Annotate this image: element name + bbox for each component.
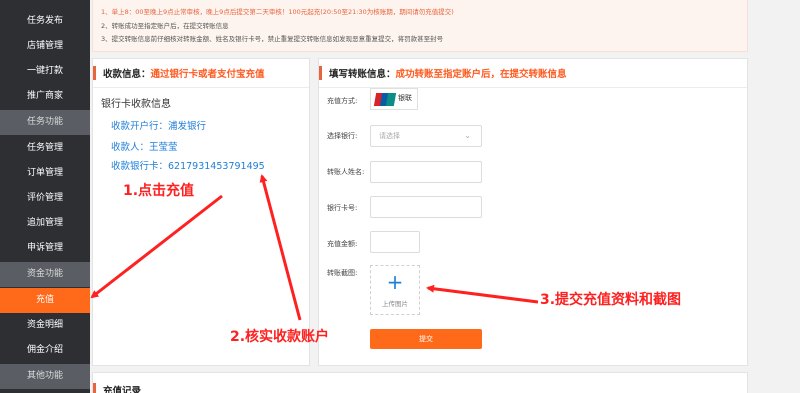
arrow-to-upload: [426, 284, 539, 304]
annotation-arrows: [90, 174, 539, 321]
arrow-to-recharge: [90, 194, 223, 299]
arrow-to-bank-info: [259, 174, 302, 321]
recharge-page: 任务发布 店铺管理 一键打款 推广商家 任务功能 任务管理 订单管理 评价管理 追加管理 申诉管理…: [0, 0, 800, 393]
